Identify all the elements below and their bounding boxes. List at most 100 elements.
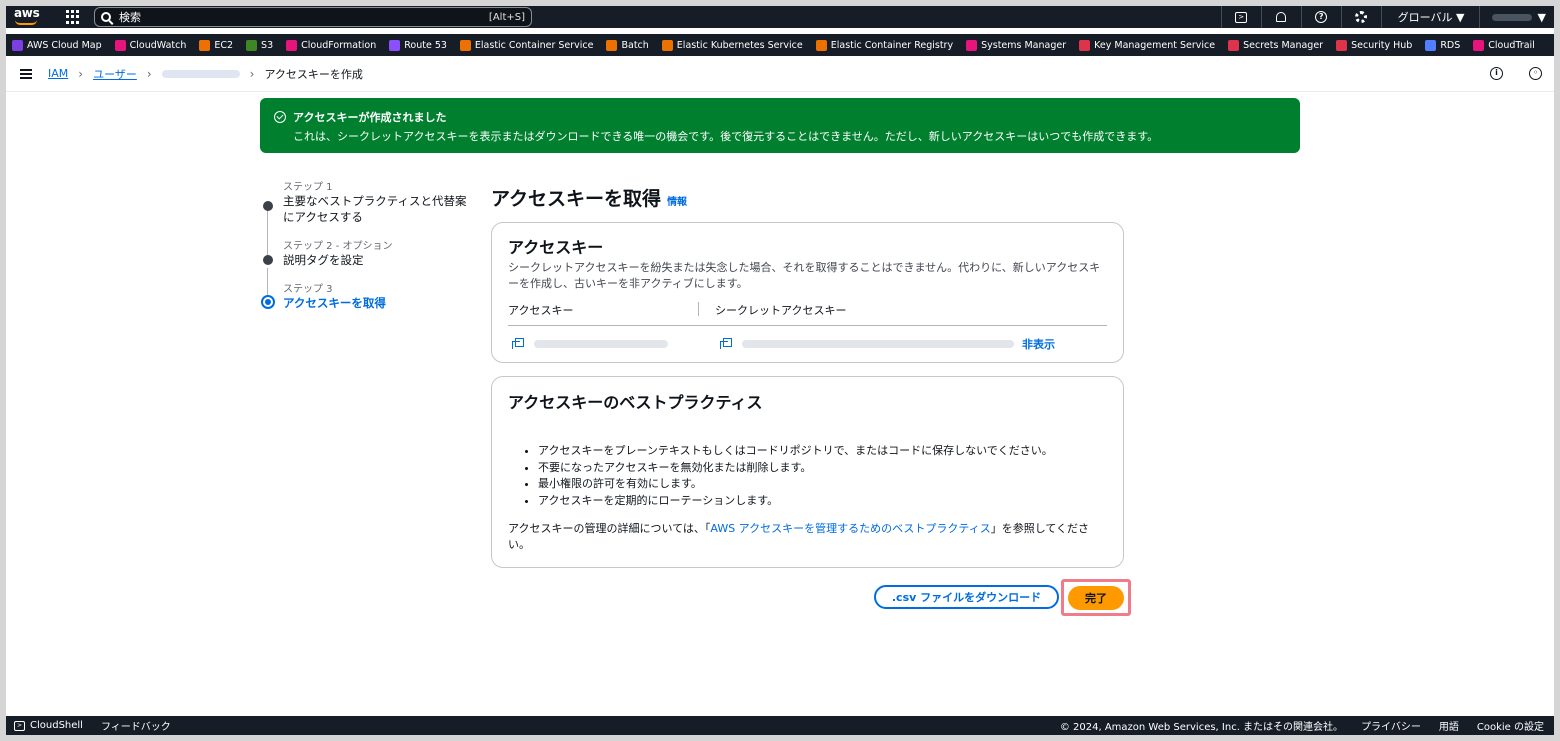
service-icon xyxy=(815,39,827,51)
favorite-item[interactable]: RDS xyxy=(1425,39,1460,51)
favorite-item[interactable]: AWS Cloud Map xyxy=(12,39,102,51)
favorite-item[interactable]: Security Hub xyxy=(1336,39,1412,51)
best-practices-link[interactable]: AWS アクセスキーを管理するためのベストプラクティス xyxy=(710,522,990,535)
chevron-right-icon: › xyxy=(78,66,84,81)
favorite-item[interactable]: Systems Manager xyxy=(966,39,1066,51)
favorite-item[interactable]: Key Management Service xyxy=(1079,39,1215,51)
info-icon[interactable]: i xyxy=(1490,67,1503,80)
chevron-right-icon: › xyxy=(146,66,152,81)
service-icon xyxy=(1425,39,1437,51)
download-csv-button[interactable]: .csv ファイルをダウンロード xyxy=(874,585,1059,609)
breadcrumb-iam[interactable]: IAM xyxy=(48,67,68,80)
step-2: ステップ 2 - オプション 説明タグを設定 xyxy=(260,237,475,268)
breadcrumb-users[interactable]: ユーザー xyxy=(93,66,137,82)
feedback-icon[interactable]: ◦ xyxy=(1529,67,1542,80)
gear-icon xyxy=(1355,11,1368,23)
terminal-icon: > xyxy=(14,720,25,731)
service-icon xyxy=(1079,39,1091,51)
flash-title: アクセスキーが作成されました xyxy=(293,111,447,124)
cloudshell-button[interactable]: > xyxy=(1220,6,1261,28)
favorite-item[interactable]: S3 xyxy=(246,39,273,51)
favorite-item[interactable]: Elastic Kubernetes Service xyxy=(661,39,803,51)
footer-cloudshell[interactable]: CloudShell xyxy=(30,720,83,731)
breadcrumb-username-redacted[interactable] xyxy=(161,69,240,78)
footer: > CloudShell フィードバック © 2024, Amazon Web … xyxy=(6,716,1554,735)
info-link[interactable]: 情報 xyxy=(667,197,687,208)
terminal-icon: > xyxy=(1235,11,1248,23)
success-flash: アクセスキーが作成されました これは、シークレットアクセスキーを表示またはダウン… xyxy=(260,98,1300,153)
account-name-redacted xyxy=(1491,13,1532,21)
best-practices-card: アクセスキーのベストプラクティス アクセスキーをプレーンテキストもしくはコードリ… xyxy=(491,376,1124,568)
best-practices-more: アクセスキーの管理の詳細については、「AWS アクセスキーを管理するためのベスト… xyxy=(508,522,1090,551)
services-grid-icon[interactable] xyxy=(66,10,80,24)
favorite-item[interactable]: Elastic Container Registry xyxy=(815,39,953,51)
best-practices-title: アクセスキーのベストプラクティス xyxy=(508,393,763,412)
access-key-card: アクセスキー シークレットアクセスキーを紛失または失念した場合、それを取得するこ… xyxy=(491,222,1124,363)
settings-button[interactable] xyxy=(1340,6,1381,28)
chevron-right-icon: › xyxy=(249,66,255,81)
access-key-card-description: シークレットアクセスキーを紛失または失念した場合、それを取得することはできません… xyxy=(508,261,1101,290)
favorite-item[interactable]: Secrets Manager xyxy=(1228,39,1323,51)
region-selector[interactable]: グローバル ▼ xyxy=(1380,6,1479,28)
top-navigation: aws 検索 [Alt+S] > ? グローバル ▼ ▼ xyxy=(6,6,1554,28)
access-key-card-title: アクセスキー xyxy=(508,238,604,257)
step-1: ステップ 1 主要なベストプラクティスと代替案 にアクセスする xyxy=(260,178,475,225)
step-dot-icon xyxy=(263,255,273,265)
footer-cookie[interactable]: Cookie の設定 xyxy=(1477,718,1544,733)
service-icon xyxy=(114,39,126,51)
search-input[interactable]: 検索 [Alt+S] xyxy=(94,7,532,27)
service-icon xyxy=(286,39,298,51)
notifications-button[interactable] xyxy=(1260,6,1301,28)
hide-secret-link[interactable]: 非表示 xyxy=(1022,336,1055,352)
favorite-item[interactable]: CloudTrail xyxy=(1473,39,1535,51)
favorite-item[interactable]: CloudWatch xyxy=(114,39,186,51)
flash-message: これは、シークレットアクセスキーを表示またはダウンロードできる唯一の機会です。後… xyxy=(293,130,1159,143)
service-icon xyxy=(12,39,23,51)
copy-icon[interactable] xyxy=(512,338,524,350)
breadcrumb-current: アクセスキーを作成 xyxy=(264,67,363,81)
service-icon xyxy=(1336,39,1348,51)
aws-logo[interactable]: aws xyxy=(6,6,46,28)
list-item: 最小権限の許可を有効にします。 xyxy=(538,476,1107,493)
footer-privacy[interactable]: プライバシー xyxy=(1361,718,1421,733)
footer-terms[interactable]: 用語 xyxy=(1439,718,1459,733)
footer-copyright: © 2024, Amazon Web Services, Inc. またはその関… xyxy=(1059,722,1344,733)
page-title: アクセスキーを取得 情報 xyxy=(491,188,688,210)
list-item: 不要になったアクセスキーを無効化または削除します。 xyxy=(538,460,1107,477)
done-button[interactable]: 完了 xyxy=(1068,585,1124,610)
copy-icon[interactable] xyxy=(720,338,732,350)
best-practices-list: アクセスキーをプレーンテキストもしくはコードリポジトリで、またはコードに保存しな… xyxy=(538,443,1107,509)
service-icon xyxy=(199,39,211,51)
favorite-item[interactable]: EC2 xyxy=(199,39,233,51)
favorite-item[interactable]: Batch xyxy=(606,39,649,51)
favorite-item[interactable]: CloudFormation xyxy=(286,39,376,51)
favorite-item[interactable]: Elastic Container Service xyxy=(459,39,593,51)
help-icon: ? xyxy=(1315,11,1328,23)
service-icon xyxy=(1228,39,1240,51)
step-dot-icon xyxy=(263,201,273,211)
console-frame: aws 検索 [Alt+S] > ? グローバル ▼ ▼ AWS Cloud M… xyxy=(6,6,1554,735)
step-current-icon xyxy=(261,295,275,309)
search-icon xyxy=(101,12,111,22)
account-menu[interactable]: ▼ xyxy=(1478,6,1554,28)
access-key-value-redacted xyxy=(534,340,668,348)
menu-icon[interactable] xyxy=(20,67,32,81)
service-icon xyxy=(606,39,618,51)
done-button-highlight: 完了 xyxy=(1061,579,1131,616)
service-icon xyxy=(1473,39,1485,51)
service-icon xyxy=(459,39,471,51)
favorites-bar: AWS Cloud Map CloudWatch EC2 S3 CloudFormati… xyxy=(6,34,1554,56)
service-icon xyxy=(661,39,673,51)
favorite-item[interactable]: Route 53 xyxy=(389,39,447,51)
service-icon xyxy=(389,39,401,51)
list-item: アクセスキーを定期的にローテーションします。 xyxy=(538,493,1107,510)
service-icon xyxy=(246,39,258,51)
check-circle-icon xyxy=(274,111,286,123)
secret-key-value-redacted xyxy=(742,340,1014,348)
bell-icon xyxy=(1276,12,1287,22)
step-3: ステップ 3 アクセスキーを取得 xyxy=(260,280,475,311)
help-button[interactable]: ? xyxy=(1300,6,1341,28)
aws-smile-icon xyxy=(15,20,37,25)
footer-feedback[interactable]: フィードバック xyxy=(101,718,171,733)
wizard-steps: ステップ 1 主要なベストプラクティスと代替案 にアクセスする ステップ 2 -… xyxy=(260,178,475,323)
